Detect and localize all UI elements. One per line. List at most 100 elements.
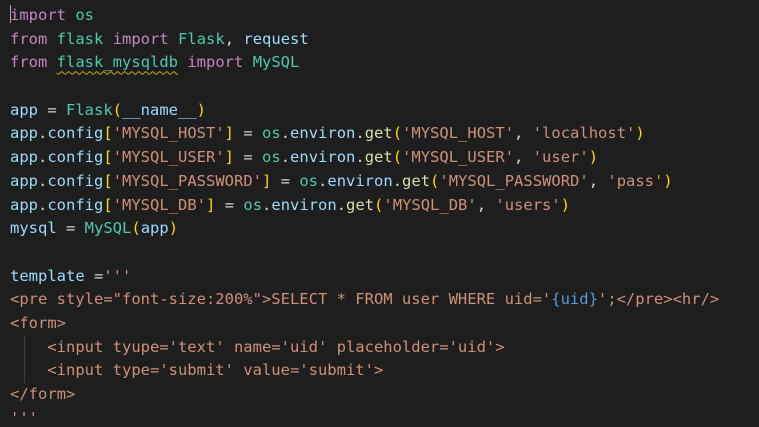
code-line[interactable]: from flask_mysqldb import MySQL	[10, 51, 719, 75]
indent-guide	[24, 335, 25, 360]
code-token: =	[84, 266, 104, 285]
code-token: ]	[224, 148, 235, 167]
code-token: 'MYSQL_USER'	[112, 148, 225, 167]
code-token: __name__	[122, 100, 197, 119]
code-token: mysql	[10, 219, 57, 238]
code-token: <input type='submit' value='submit'>	[10, 361, 384, 380]
code-token: =	[234, 148, 263, 167]
code-line[interactable]: ​	[10, 75, 719, 99]
code-token: {uid}	[551, 290, 598, 309]
code-token: config	[47, 195, 104, 214]
code-token: )	[560, 195, 571, 214]
code-line[interactable]: app.config['MYSQL_PASSWORD'] = os.enviro…	[10, 170, 719, 194]
code-token: .	[38, 148, 48, 167]
code-token: get	[364, 148, 393, 167]
code-token: .	[355, 124, 365, 143]
code-token: (	[430, 171, 440, 190]
code-token: .	[280, 148, 291, 167]
code-token: .	[318, 171, 328, 190]
code-line[interactable]: ​	[10, 241, 719, 265]
code-token: .	[38, 124, 48, 143]
code-token: import	[112, 29, 169, 48]
code-token: )	[663, 171, 673, 190]
code-line[interactable]: app.config['MYSQL_USER'] = os.environ.ge…	[10, 146, 719, 170]
code-token: app	[140, 219, 169, 238]
code-token: '''	[103, 266, 132, 285]
code-token: ,	[224, 29, 244, 48]
code-token: Flask	[178, 29, 225, 48]
code-line[interactable]: <pre style="font-size:200%">SELECT * FRO…	[10, 288, 719, 312]
code-token: flask_mysqldb	[56, 53, 178, 72]
code-token: environ	[271, 195, 337, 214]
code-token: 'pass'	[607, 171, 664, 190]
code-line[interactable]: mysql = MySQL(app)	[10, 217, 719, 241]
code-token: from	[10, 29, 48, 48]
code-token: .	[355, 148, 365, 167]
code-token: 'MYSQL_PASSWORD'	[112, 171, 262, 190]
code-token: os	[243, 195, 263, 214]
code-token: [	[103, 171, 113, 190]
code-token: )	[168, 219, 179, 238]
code-token: .	[336, 195, 347, 214]
code-line[interactable]: <input type='submit' value='submit'>	[10, 359, 719, 383]
code-line[interactable]: app.config['MYSQL_DB'] = os.environ.get(…	[10, 194, 719, 218]
code-line[interactable]: <input tyupe='text' name='uid' placehold…	[10, 335, 719, 360]
code-line[interactable]: import os	[10, 4, 719, 28]
code-token: ,	[588, 171, 608, 190]
code-line[interactable]: <form>	[10, 312, 719, 336]
code-token: (	[374, 195, 384, 214]
code-token: environ	[327, 171, 393, 190]
code-token: )	[588, 148, 599, 167]
code-token: ]	[224, 124, 235, 143]
code-token: template	[10, 266, 85, 285]
code-token: app	[10, 124, 38, 143]
code-token: app	[10, 195, 38, 214]
code-token: request	[243, 29, 309, 48]
code-token: import	[187, 53, 244, 72]
code-token: app	[10, 100, 38, 119]
code-token: environ	[290, 148, 356, 167]
code-token: config	[47, 124, 104, 143]
code-token: 'MYSQL_PASSWORD'	[439, 171, 589, 190]
code-token: =	[271, 171, 300, 190]
code-token: os	[299, 171, 319, 190]
code-token: =	[215, 195, 244, 214]
code-editor[interactable]: import os from flask import Flask, reques…	[0, 0, 759, 427]
code-token: (	[392, 124, 403, 143]
code-token: app	[10, 148, 38, 167]
code-line[interactable]: </form>	[10, 383, 719, 407]
code-token: [	[103, 148, 113, 167]
code-line[interactable]: '''	[10, 407, 719, 427]
code-line[interactable]: template ='''	[10, 265, 719, 289]
code-token: 'localhost'	[532, 124, 636, 143]
code-token: os	[75, 6, 95, 24]
code-token: )	[196, 100, 207, 119]
code-line[interactable]: app.config['MYSQL_HOST'] = os.environ.ge…	[10, 122, 719, 146]
indent-guide	[24, 359, 25, 383]
code-token: ';</pre><hr/>	[597, 290, 720, 309]
code-token: os	[262, 148, 281, 167]
code-token: get	[402, 171, 431, 190]
code-token: .	[280, 124, 291, 143]
code-token: .	[38, 195, 48, 214]
code-token: 'MYSQL_HOST'	[402, 124, 515, 143]
code-token: )	[635, 124, 645, 143]
code-token: 'users'	[495, 195, 561, 214]
code-area[interactable]: import os from flask import Flask, reques…	[10, 4, 719, 427]
code-line[interactable]: from flask import Flask, request	[10, 28, 719, 52]
code-token: .	[262, 195, 272, 214]
code-token: '''	[10, 408, 38, 427]
code-token: ]	[206, 195, 216, 214]
code-token: =	[56, 219, 85, 238]
code-token: [	[103, 124, 113, 143]
code-line[interactable]: app = Flask(__name__)	[10, 99, 719, 123]
code-token: (	[392, 148, 403, 167]
code-token: environ	[290, 124, 356, 143]
code-token: 'MYSQL_DB'	[383, 195, 477, 214]
